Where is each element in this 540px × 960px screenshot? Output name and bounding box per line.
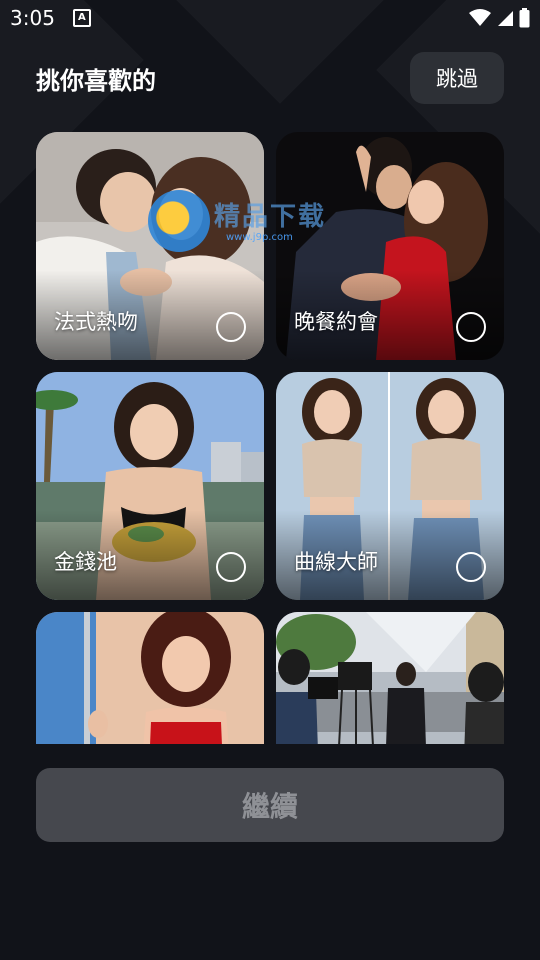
paparazzi-photo — [276, 612, 504, 744]
status-bar: 3:05 A — [0, 0, 540, 36]
status-time: 3:05 — [10, 6, 55, 30]
category-card-french-kiss[interactable]: 法式熱吻 — [36, 132, 264, 360]
category-card-pole[interactable] — [36, 612, 264, 744]
radio-unchecked-icon[interactable] — [456, 552, 486, 582]
category-card-dinner-date[interactable]: 晚餐約會 — [276, 132, 504, 360]
card-label: 法式熱吻 — [54, 310, 138, 334]
category-card-paparazzi[interactable] — [276, 612, 504, 744]
signal-icon — [498, 11, 513, 26]
radio-unchecked-icon[interactable] — [216, 312, 246, 342]
card-label: 晚餐約會 — [294, 310, 378, 334]
category-card-curve-master[interactable]: 曲線大師 — [276, 372, 504, 600]
radio-unchecked-icon[interactable] — [216, 552, 246, 582]
category-grid-scroll[interactable]: 法式熱吻 晚餐約會 金錢池 曲線大師 — [36, 132, 504, 744]
pole-photo — [36, 612, 264, 744]
header: 挑你喜歡的 跳過 — [36, 52, 504, 104]
battery-icon — [519, 8, 530, 28]
radio-unchecked-icon[interactable] — [456, 312, 486, 342]
page-title: 挑你喜歡的 — [36, 66, 156, 95]
category-card-money-pool[interactable]: 金錢池 — [36, 372, 264, 600]
card-label: 金錢池 — [54, 550, 117, 574]
accessibility-badge-icon: A — [72, 9, 91, 27]
card-label: 曲線大師 — [294, 550, 378, 574]
continue-button[interactable]: 繼續 — [36, 768, 504, 842]
wifi-icon — [469, 9, 491, 26]
skip-button[interactable]: 跳過 — [410, 52, 504, 104]
category-grid: 法式熱吻 晚餐約會 金錢池 曲線大師 — [36, 132, 504, 744]
